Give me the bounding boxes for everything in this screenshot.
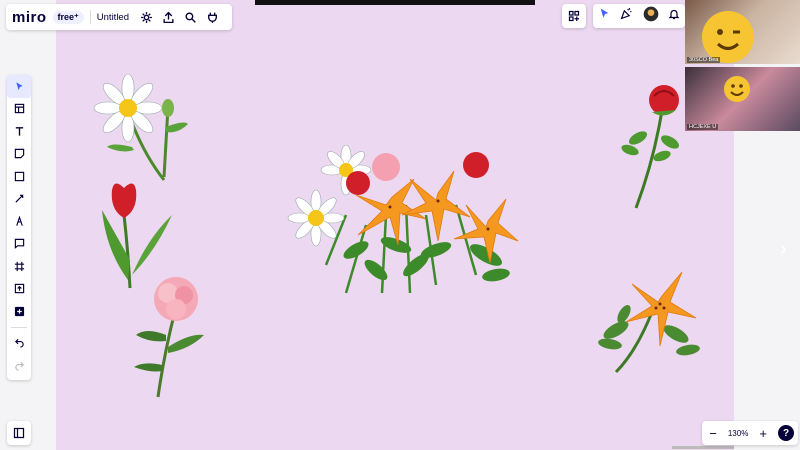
frame-icon — [14, 261, 24, 271]
flower-bouquet-image[interactable] — [286, 145, 526, 295]
board-header: miro free⁺ Untitled — [6, 4, 232, 30]
templates-icon — [14, 104, 24, 114]
search-icon[interactable] — [179, 6, 201, 28]
apps-grid-icon — [568, 10, 580, 22]
celebrate-icon[interactable] — [620, 7, 633, 25]
upload-tool[interactable] — [7, 278, 31, 301]
share-icon[interactable] — [157, 6, 179, 28]
creation-toolbar — [7, 75, 31, 380]
upload-icon — [14, 284, 24, 294]
plan-badge[interactable]: free⁺ — [52, 10, 84, 24]
zoom-out-button[interactable]: − — [706, 426, 720, 441]
redo-icon — [14, 361, 24, 371]
smiley-face-icon — [724, 76, 750, 102]
more-apps-icon — [14, 306, 24, 316]
shape-tool[interactable] — [7, 165, 31, 188]
select-icon — [15, 82, 23, 90]
frames-panel-button[interactable] — [7, 421, 31, 445]
board-title[interactable]: Untitled — [97, 12, 129, 23]
undo-icon — [14, 339, 24, 348]
integrations-plug-icon[interactable] — [201, 6, 223, 28]
sticky-note-tool[interactable] — [7, 143, 31, 166]
text-tool[interactable] — [7, 120, 31, 143]
avatar[interactable] — [643, 6, 659, 27]
pen-tool[interactable] — [7, 210, 31, 233]
toolbar-divider — [11, 326, 27, 328]
help-button[interactable]: ? — [778, 425, 794, 441]
collaboration-bar — [593, 4, 685, 28]
daisy-image[interactable] — [92, 72, 192, 182]
orange-lily-image[interactable] — [596, 262, 706, 374]
participant-video-1: 30SCO Bea — [685, 0, 800, 64]
apps-button[interactable] — [562, 4, 586, 28]
zoom-in-button[interactable]: + — [756, 426, 770, 441]
pen-icon — [15, 215, 23, 226]
frame-tool[interactable] — [7, 255, 31, 278]
comment-tool[interactable] — [7, 233, 31, 256]
text-icon — [15, 126, 23, 136]
sidebar-panel-icon — [13, 427, 25, 439]
templates-tool[interactable] — [7, 98, 31, 121]
connection-line-tool[interactable] — [7, 188, 31, 211]
redo-button[interactable] — [7, 354, 31, 377]
notifications-bell-icon[interactable] — [668, 7, 680, 25]
screen-share-bar — [255, 0, 535, 5]
zoom-controls: − 130% + ? — [702, 421, 798, 445]
red-tulip-image[interactable] — [96, 180, 176, 290]
smiley-face-icon — [702, 11, 754, 63]
participant-video-2: HCJEXE U — [685, 67, 800, 131]
more-apps-tool[interactable] — [7, 300, 31, 323]
pink-carnation-image[interactable] — [128, 275, 208, 400]
connection-line-icon — [14, 194, 23, 203]
participant-name: 30SCO Bea — [687, 57, 721, 63]
participant-name: HCJEXE U — [687, 124, 719, 130]
shape-icon — [14, 171, 24, 181]
divider — [89, 10, 91, 24]
scrollbar[interactable] — [672, 446, 734, 449]
zoom-level[interactable]: 130% — [728, 429, 748, 438]
comment-icon — [14, 239, 24, 250]
sticky-note-icon — [14, 149, 24, 159]
select-tool[interactable] — [7, 75, 31, 98]
chevron-right-icon[interactable]: › — [780, 238, 787, 261]
red-rose-image[interactable] — [618, 80, 688, 210]
cursor-visibility-icon[interactable] — [598, 7, 611, 25]
miro-logo[interactable]: miro — [12, 9, 47, 26]
undo-button[interactable] — [7, 332, 31, 355]
settings-icon[interactable] — [135, 6, 157, 28]
